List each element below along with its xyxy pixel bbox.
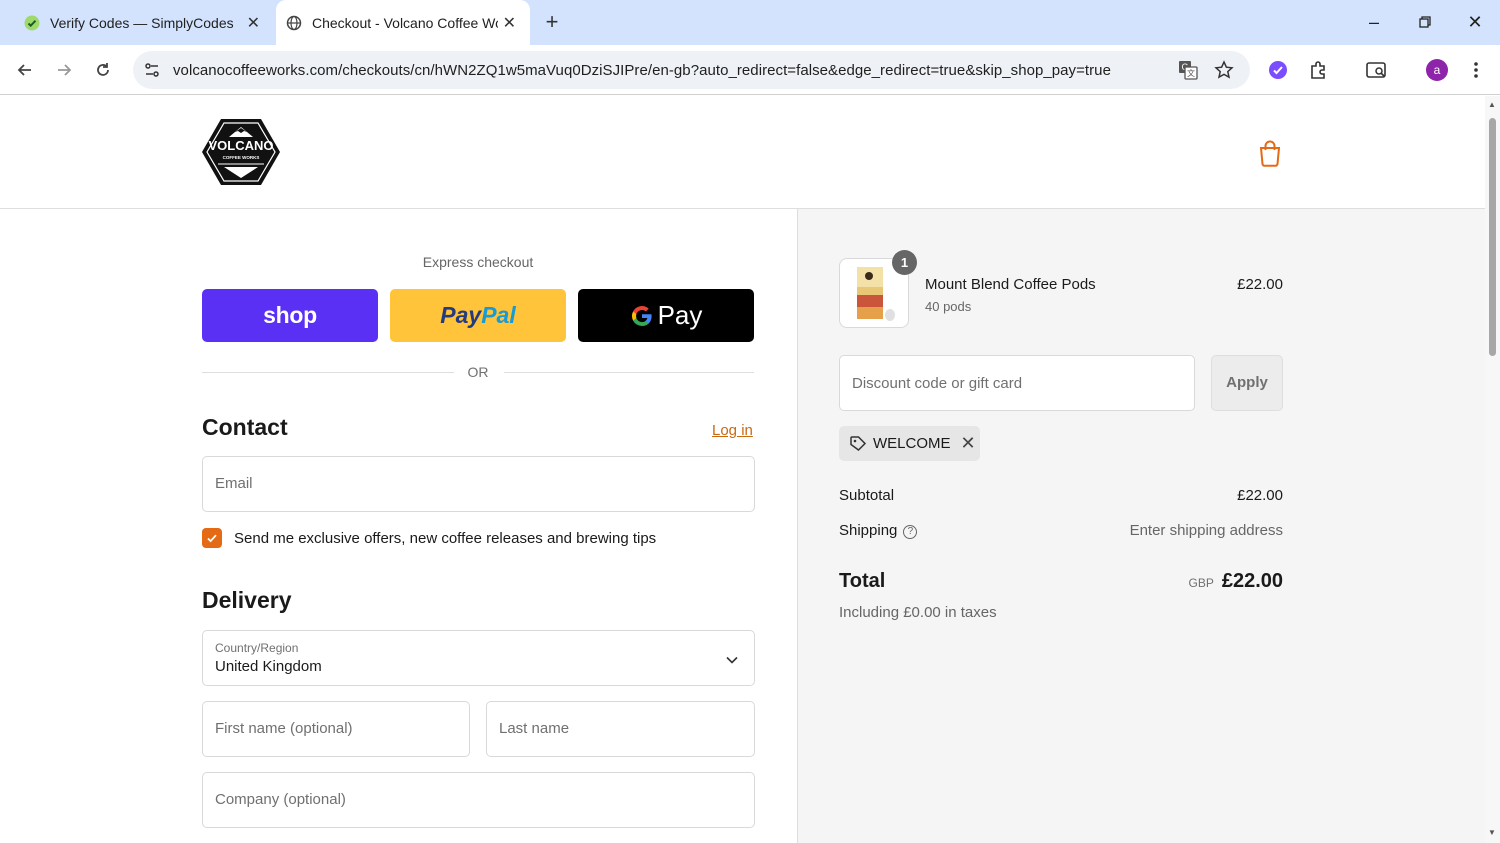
tag-icon	[849, 435, 867, 453]
extensions-puzzle-icon[interactable]	[1307, 58, 1331, 82]
total-currency: GBP	[1188, 576, 1214, 590]
express-checkout-label: Express checkout	[422, 254, 534, 270]
or-label: OR	[467, 364, 489, 380]
browser-menu-icon[interactable]	[1464, 58, 1488, 82]
volcano-logo[interactable]: VOLCANO COFFEE WORKS	[202, 118, 280, 191]
cart-bag-icon[interactable]	[1257, 139, 1283, 172]
scroll-up-icon[interactable]: ▲	[1488, 100, 1496, 109]
tab-search-icon[interactable]	[1365, 58, 1389, 82]
extension-simplycodes-icon[interactable]	[1266, 58, 1290, 82]
svg-text:文: 文	[1187, 68, 1195, 78]
paypal-button[interactable]: Pay Pal	[390, 289, 566, 342]
translate-icon[interactable]: G文	[1178, 60, 1198, 85]
gpay-label: Pay	[657, 300, 703, 330]
logo-text: VOLCANO	[209, 138, 274, 153]
window-close-icon[interactable]: ✕	[1463, 10, 1487, 34]
restore-icon[interactable]	[1413, 10, 1437, 34]
browser-tabstrip: Verify Codes — SimplyCodes ✕ Checkout - …	[0, 0, 1500, 45]
back-icon[interactable]	[12, 57, 38, 83]
address-bar[interactable]: volcanocoffeeworks.com/checkouts/cn/hWN2…	[133, 51, 1250, 89]
company-field[interactable]: Company (optional)	[202, 772, 755, 828]
company-placeholder: Company (optional)	[215, 791, 346, 808]
logo-subtext: COFFEE WORKS	[223, 155, 260, 160]
country-label: Country/Region	[215, 641, 299, 655]
subtotal-label: Subtotal	[839, 487, 895, 504]
delivery-heading: Delivery	[202, 587, 292, 613]
reload-icon[interactable]	[90, 57, 116, 83]
quantity-badge: 1	[892, 250, 917, 275]
discount-placeholder: Discount code or gift card	[852, 375, 1023, 392]
tab-checkout[interactable]: Checkout - Volcano Coffee Wor ✕	[276, 0, 530, 45]
discount-code-input[interactable]: Discount code or gift card	[839, 355, 1195, 411]
first-name-field[interactable]: First name (optional)	[202, 701, 470, 757]
total-label: Total	[839, 570, 886, 592]
marketing-checkbox[interactable]	[202, 528, 222, 548]
marketing-optin[interactable]: Send me exclusive offers, new coffee rel…	[202, 528, 656, 548]
first-name-placeholder: First name (optional)	[215, 720, 353, 737]
page-scrollbar[interactable]: ▲ ▼	[1485, 96, 1500, 843]
paypal-label-pay: Pay	[440, 302, 482, 328]
tab-title: Verify Codes — SimplyCodes	[50, 14, 234, 31]
taxes-note: Including £0.00 in taxes	[839, 604, 997, 621]
simplycodes-icon	[24, 15, 40, 31]
last-name-field[interactable]: Last name	[486, 701, 755, 757]
forward-icon[interactable]	[51, 57, 77, 83]
shipping-label: Shipping	[839, 522, 898, 539]
login-link[interactable]: Log in	[712, 422, 753, 439]
applied-discount-tag: WELCOME ✕	[839, 426, 980, 461]
paypal-label-pal: Pal	[481, 302, 516, 328]
product-price: £22.00	[1237, 276, 1283, 293]
product-variant: 40 pods	[925, 299, 972, 314]
scroll-down-icon[interactable]: ▼	[1488, 828, 1496, 837]
google-g-icon	[630, 304, 654, 328]
apply-discount-button[interactable]: Apply	[1211, 355, 1283, 411]
contact-heading: Contact	[202, 414, 288, 440]
subtotal-value: £22.00	[1237, 487, 1283, 504]
bookmark-star-icon[interactable]	[1214, 60, 1234, 85]
close-tab-icon[interactable]: ✕	[247, 13, 260, 33]
last-name-placeholder: Last name	[499, 720, 570, 737]
total-amount: GBP £22.00	[1188, 570, 1283, 593]
site-settings-icon[interactable]	[143, 61, 161, 84]
country-value: United Kingdom	[215, 658, 322, 675]
shipping-value: Enter shipping address	[1129, 522, 1283, 539]
checkmark-icon	[207, 534, 217, 543]
profile-avatar[interactable]: a	[1425, 58, 1449, 82]
country-select[interactable]: Country/Region United Kingdom	[202, 630, 755, 686]
globe-icon	[286, 15, 302, 31]
google-pay-button[interactable]: Pay	[578, 289, 754, 342]
browser-toolbar: volcanocoffeeworks.com/checkouts/cn/hWN2…	[0, 45, 1500, 95]
avatar: a	[1426, 59, 1448, 81]
or-divider: OR	[202, 364, 754, 384]
email-field[interactable]: Email	[202, 456, 755, 512]
email-placeholder: Email	[215, 475, 253, 492]
minimize-icon[interactable]: –	[1362, 10, 1386, 34]
help-icon[interactable]: ?	[903, 525, 918, 539]
total-value: £22.00	[1221, 570, 1283, 592]
new-tab-button[interactable]: +	[540, 10, 564, 34]
shop-label: shop	[263, 302, 317, 328]
shop-pay-button[interactable]: shop	[202, 289, 378, 342]
applied-code: WELCOME	[873, 435, 951, 452]
remove-discount-icon[interactable]: ✕	[961, 433, 976, 454]
store-header: VOLCANO COFFEE WORKS	[0, 96, 1485, 209]
chevron-down-icon	[726, 651, 738, 669]
marketing-label: Send me exclusive offers, new coffee rel…	[234, 529, 657, 547]
url-text: volcanocoffeeworks.com/checkouts/cn/hWN2…	[173, 62, 1111, 79]
scrollbar-thumb[interactable]	[1489, 118, 1496, 356]
checkout-page: VOLCANO COFFEE WORKS Express checkout sh…	[0, 96, 1500, 843]
tab-simplycodes[interactable]: Verify Codes — SimplyCodes ✕	[12, 0, 274, 45]
product-name: Mount Blend Coffee Pods	[925, 276, 1096, 293]
close-tab-icon[interactable]: ✕	[503, 13, 516, 33]
tab-title: Checkout - Volcano Coffee Wor	[312, 14, 498, 31]
